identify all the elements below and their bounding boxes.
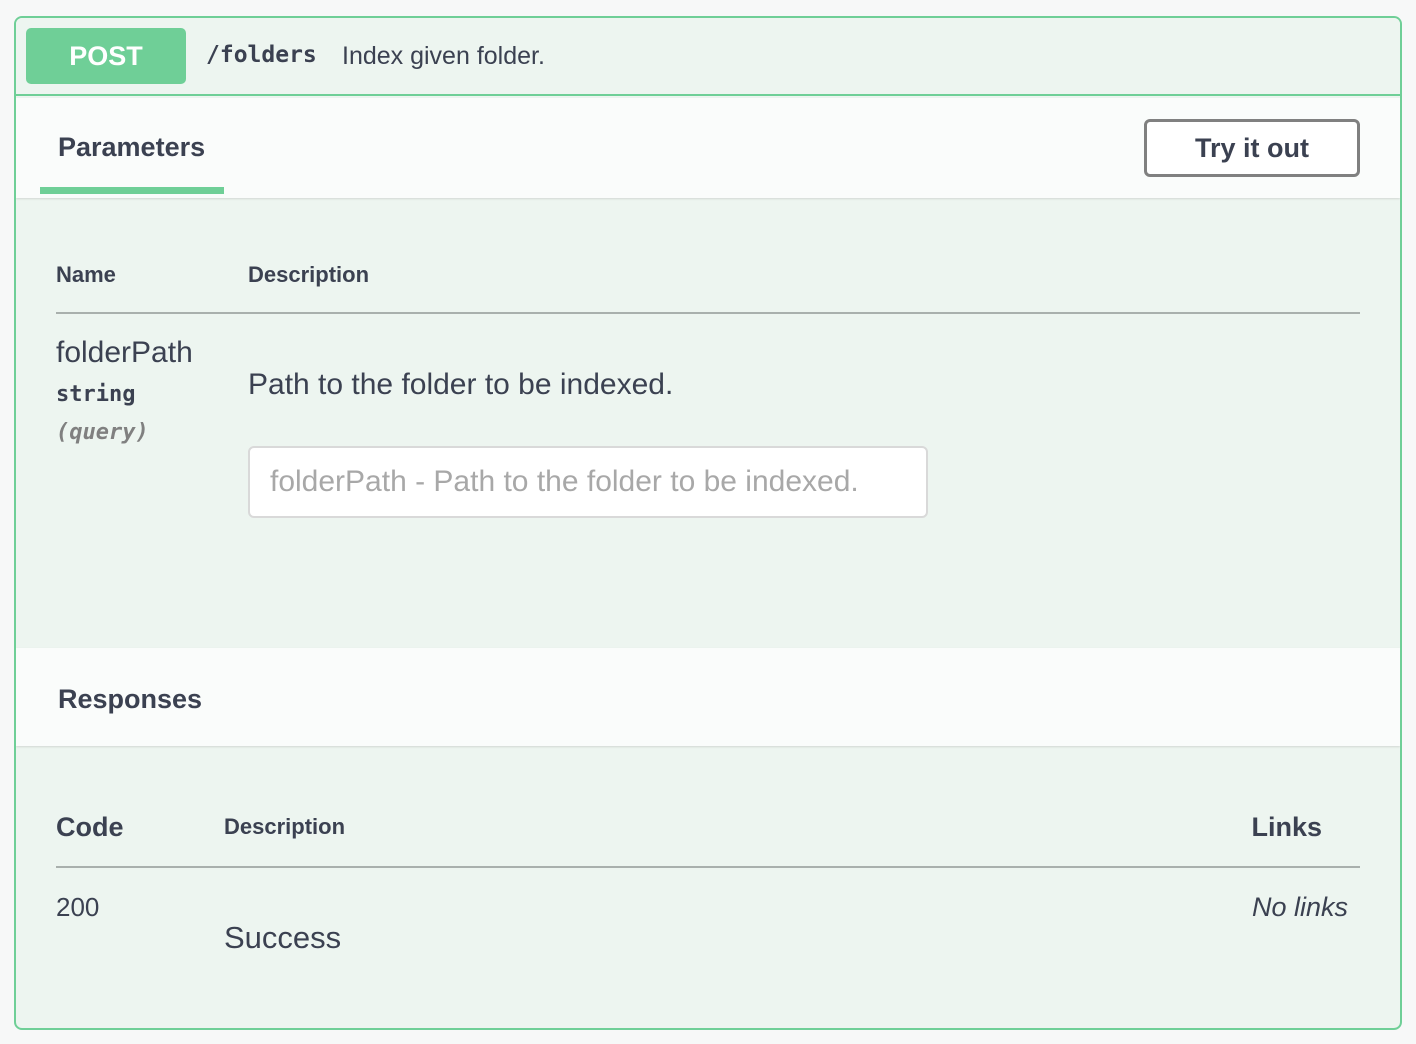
parameter-name: folderPath (56, 336, 193, 369)
responses-column-description: Description (224, 814, 346, 839)
responses-column-code: Code (56, 812, 124, 842)
operation-block: POST /folders Index given folder. Parame… (14, 16, 1402, 1030)
params-column-description: Description (248, 262, 370, 287)
responses-column-links: Links (1251, 812, 1322, 842)
responses-title: Responses (58, 684, 203, 714)
http-method-badge: POST (26, 28, 186, 84)
parameter-description: Path to the folder to be indexed. (248, 368, 674, 401)
try-it-out-button[interactable]: Try it out (1144, 119, 1360, 177)
parameter-type: string (56, 382, 136, 407)
response-code: 200 (56, 892, 100, 922)
response-links: No links (1251, 892, 1348, 922)
tab-active-indicator (40, 187, 224, 194)
params-header-divider (56, 312, 1360, 314)
endpoint-path: /folders (206, 42, 317, 68)
params-column-name: Name (56, 262, 116, 287)
responses-header: Responses (16, 648, 1400, 746)
response-description: Success (224, 920, 342, 955)
tab-parameters[interactable]: Parameters (58, 132, 205, 163)
parameters-header: Parameters Try it out (16, 98, 1400, 198)
parameter-location: (query) (56, 420, 149, 445)
operation-description: Index given folder. (342, 42, 545, 70)
operation-summary[interactable]: POST /folders Index given folder. (16, 18, 1400, 96)
responses-header-divider (56, 866, 1360, 868)
folderpath-input[interactable] (248, 446, 928, 518)
